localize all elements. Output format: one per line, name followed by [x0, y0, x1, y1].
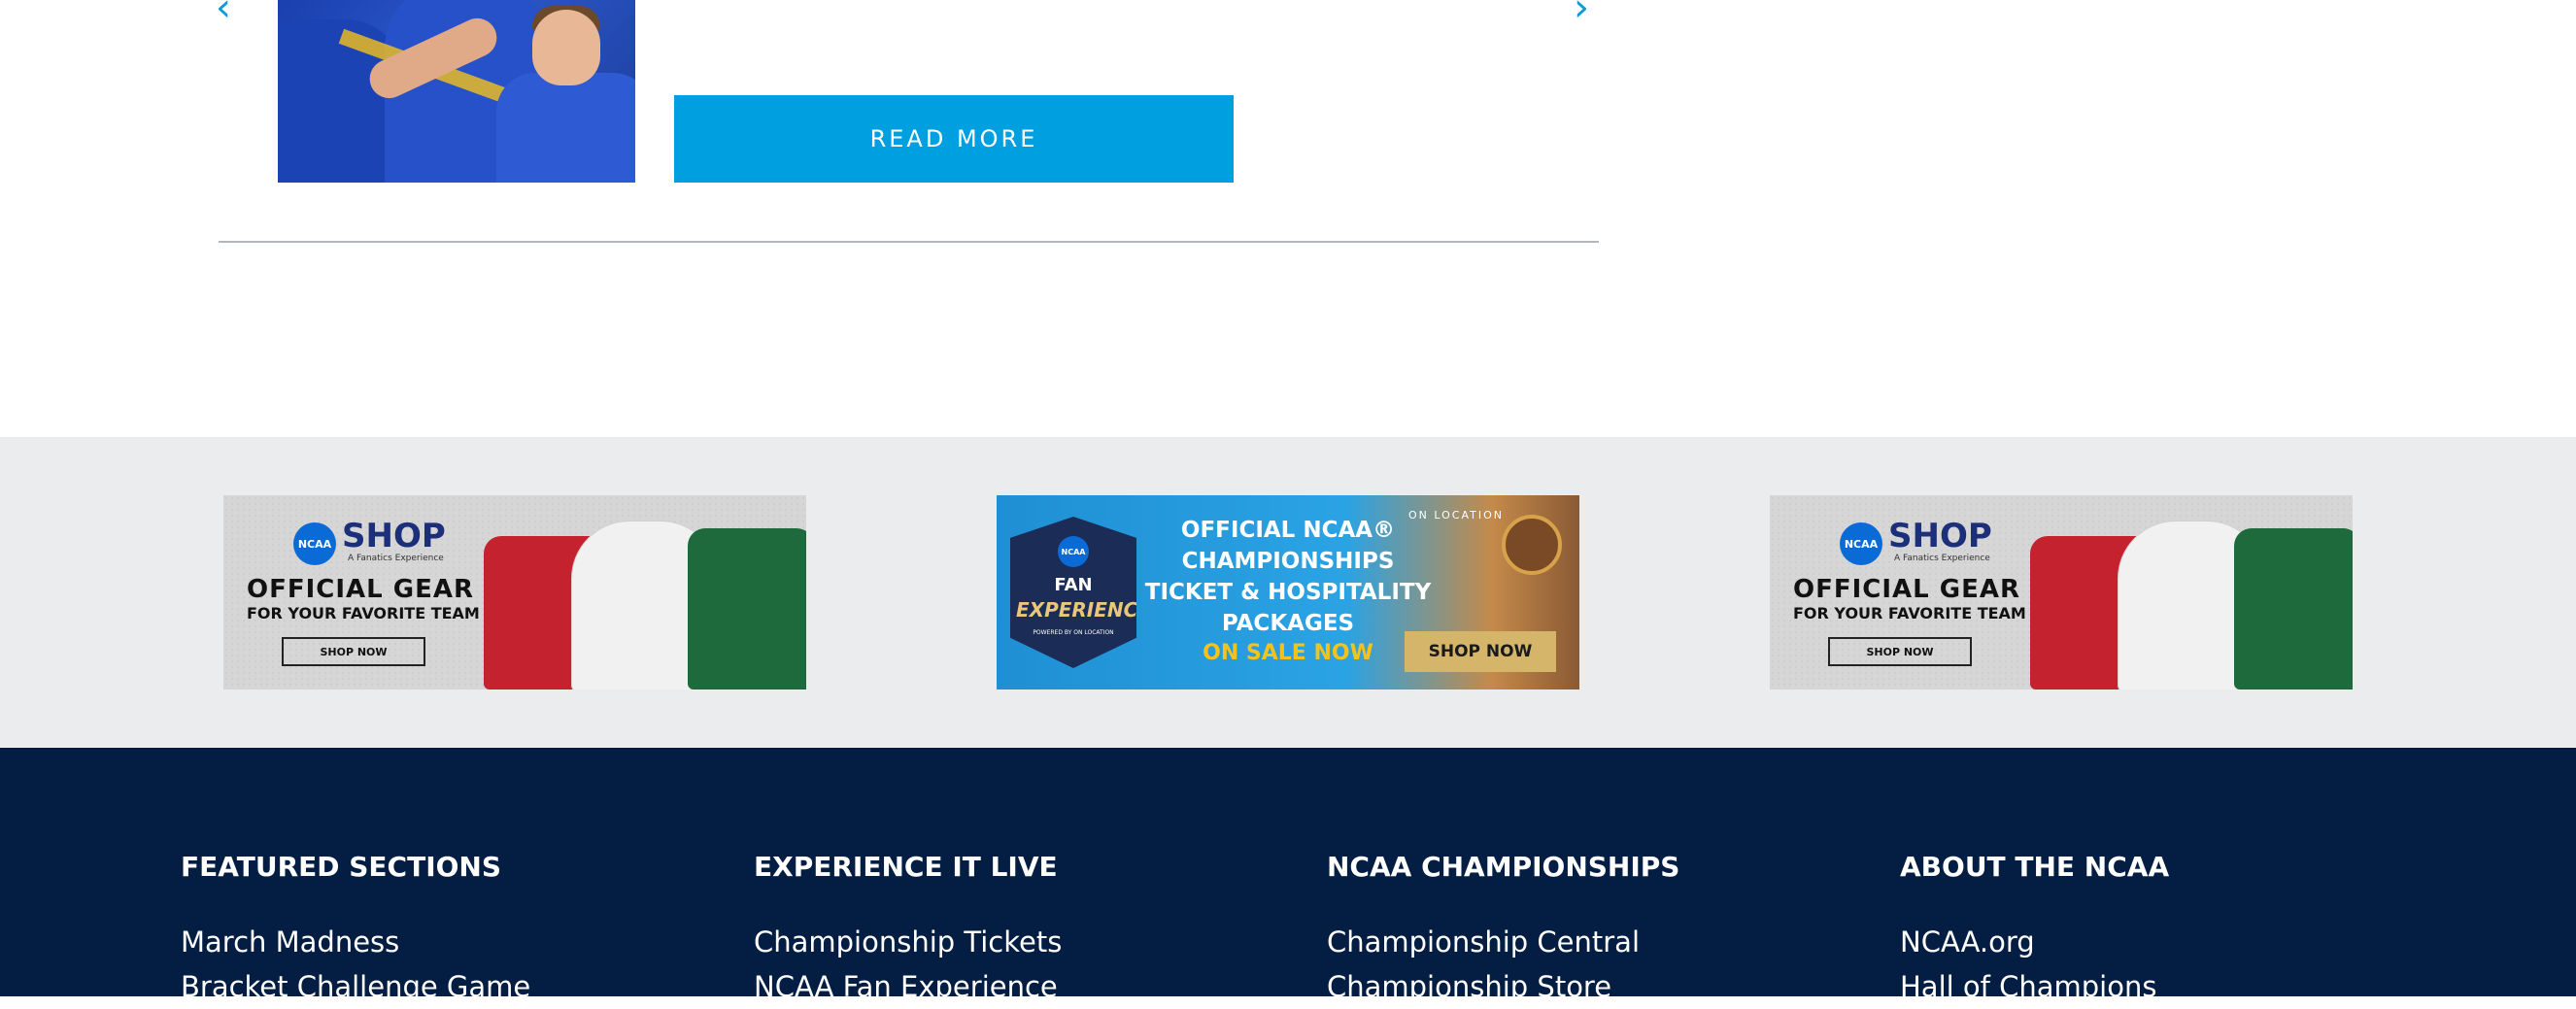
fan-experience-badge: NCAA FAN EXPERIENCE POWERED BY ON LOCATI…: [1010, 517, 1136, 668]
footer-link[interactable]: Championship Tickets: [754, 920, 1062, 964]
ad-subline: FOR YOUR FAVORITE TEAM: [247, 604, 480, 622]
ad-banner-strip: NCAA SHOP A Fanatics Experience OFFICIAL…: [0, 437, 2576, 748]
shop-wordmark: SHOP: [342, 517, 446, 555]
ad-subline: FOR YOUR FAVORITE TEAM: [1793, 604, 2026, 622]
on-location-text: ON LOCATION: [1408, 509, 1504, 521]
badge-powered-by: POWERED BY ON LOCATION: [1033, 629, 1114, 636]
article-thumbnail-image[interactable]: [278, 0, 635, 183]
section-divider: [219, 241, 1599, 243]
badge-fan-text: FAN: [1054, 575, 1093, 595]
footer-heading: FEATURED SECTIONS: [181, 851, 502, 883]
ncaa-logo-icon: NCAA: [1058, 536, 1089, 567]
footer-link[interactable]: Bracket Challenge Game: [181, 964, 530, 1009]
shop-now-button[interactable]: SHOP NOW: [1405, 631, 1556, 672]
shop-wordmark: SHOP: [1888, 517, 1992, 555]
ad-headline: OFFICIAL GEAR: [1793, 575, 2021, 604]
fan-experience-ad[interactable]: NCAA FAN EXPERIENCE POWERED BY ON LOCATI…: [997, 495, 1579, 689]
footer-column-featured: FEATURED SECTIONS March Madness Bracket …: [181, 851, 530, 1009]
footer-link[interactable]: Hall of Champions: [1900, 964, 2169, 1009]
footer-heading: NCAA CHAMPIONSHIPS: [1327, 851, 1680, 883]
carousel-prev-arrow-icon[interactable]: ‹: [216, 0, 231, 27]
ncaa-shop-ad[interactable]: NCAA SHOP A Fanatics Experience OFFICIAL…: [223, 495, 806, 689]
footer-column-about: ABOUT THE NCAA NCAA.org Hall of Champion…: [1900, 851, 2169, 1009]
ad-headline: OFFICIAL GEAR: [247, 575, 475, 604]
footer-heading: ABOUT THE NCAA: [1900, 851, 2170, 883]
trophy-icon: [1502, 515, 1562, 575]
shop-now-button[interactable]: SHOP NOW: [1828, 637, 1972, 666]
ncaa-logo-icon: NCAA: [293, 522, 336, 565]
fanatics-tagline: A Fanatics Experience: [1894, 554, 1990, 563]
on-sale-text: ON SALE NOW: [1203, 641, 1373, 665]
fanatics-tagline: A Fanatics Experience: [348, 554, 444, 563]
footer-link[interactable]: March Madness: [181, 920, 530, 964]
shop-now-button[interactable]: SHOP NOW: [282, 637, 425, 666]
read-more-button[interactable]: READ MORE: [674, 95, 1234, 183]
carousel-next-arrow-icon[interactable]: ›: [1574, 0, 1589, 27]
player-jersey: [496, 73, 635, 183]
player-head: [532, 10, 600, 85]
miami-polo-image: [2234, 528, 2353, 689]
ad-headline: OFFICIAL NCAA® CHAMPIONSHIPS TICKET & HO…: [1144, 518, 1432, 636]
footer-column-experience: EXPERIENCE IT LIVE Championship Tickets …: [754, 851, 1062, 1009]
miami-polo-image: [688, 528, 806, 689]
badge-experience-text: EXPERIENCE: [1016, 598, 1151, 622]
footer-column-championships: NCAA CHAMPIONSHIPS Championship Central …: [1327, 851, 1679, 1009]
site-footer: FEATURED SECTIONS March Madness Bracket …: [0, 748, 2576, 1003]
footer-link[interactable]: Championship Central: [1327, 920, 1679, 964]
footer-link[interactable]: NCAA Fan Experience: [754, 964, 1062, 1009]
footer-link[interactable]: Championship Store: [1327, 964, 1679, 1009]
ncaa-shop-ad[interactable]: NCAA SHOP A Fanatics Experience OFFICIAL…: [1770, 495, 2353, 689]
footer-link[interactable]: NCAA.org: [1900, 920, 2169, 964]
footer-heading: EXPERIENCE IT LIVE: [754, 851, 1058, 883]
ncaa-logo-icon: NCAA: [1840, 522, 1882, 565]
